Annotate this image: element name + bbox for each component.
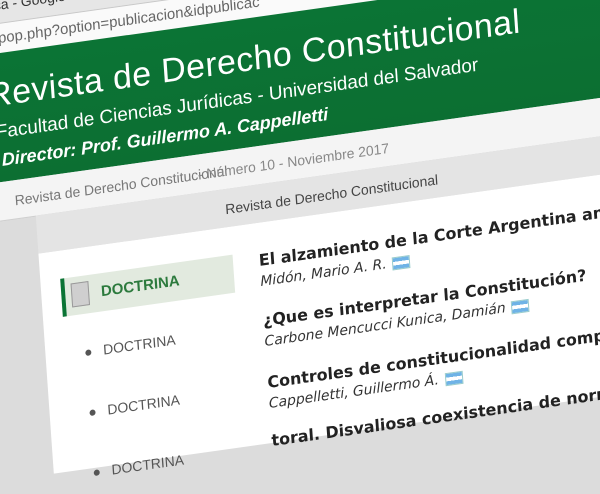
section-tab-doctrina[interactable]: DOCTRINA [60,254,236,317]
side-item-doctrina[interactable]: DOCTRINA [85,331,176,360]
browser-scene: ídica - Google Chrome m/pop.php?option=p… [0,0,600,478]
side-item-label: DOCTRINA [102,331,177,358]
side-item-doctrina[interactable]: DOCTRINA [93,451,185,480]
bullet-icon [85,349,92,357]
side-item-doctrina[interactable]: DOCTRINA [89,391,180,420]
side-item-label: DOCTRINA [106,391,181,418]
argentina-flag-icon [444,370,464,386]
bullet-icon [89,409,96,417]
section-tab-label: DOCTRINA [100,272,181,301]
argentina-flag-icon [511,298,530,314]
side-item-label: DOCTRINA [110,451,185,478]
bullet-icon [93,469,100,477]
document-icon [70,280,91,308]
argentina-flag-icon [392,254,411,270]
